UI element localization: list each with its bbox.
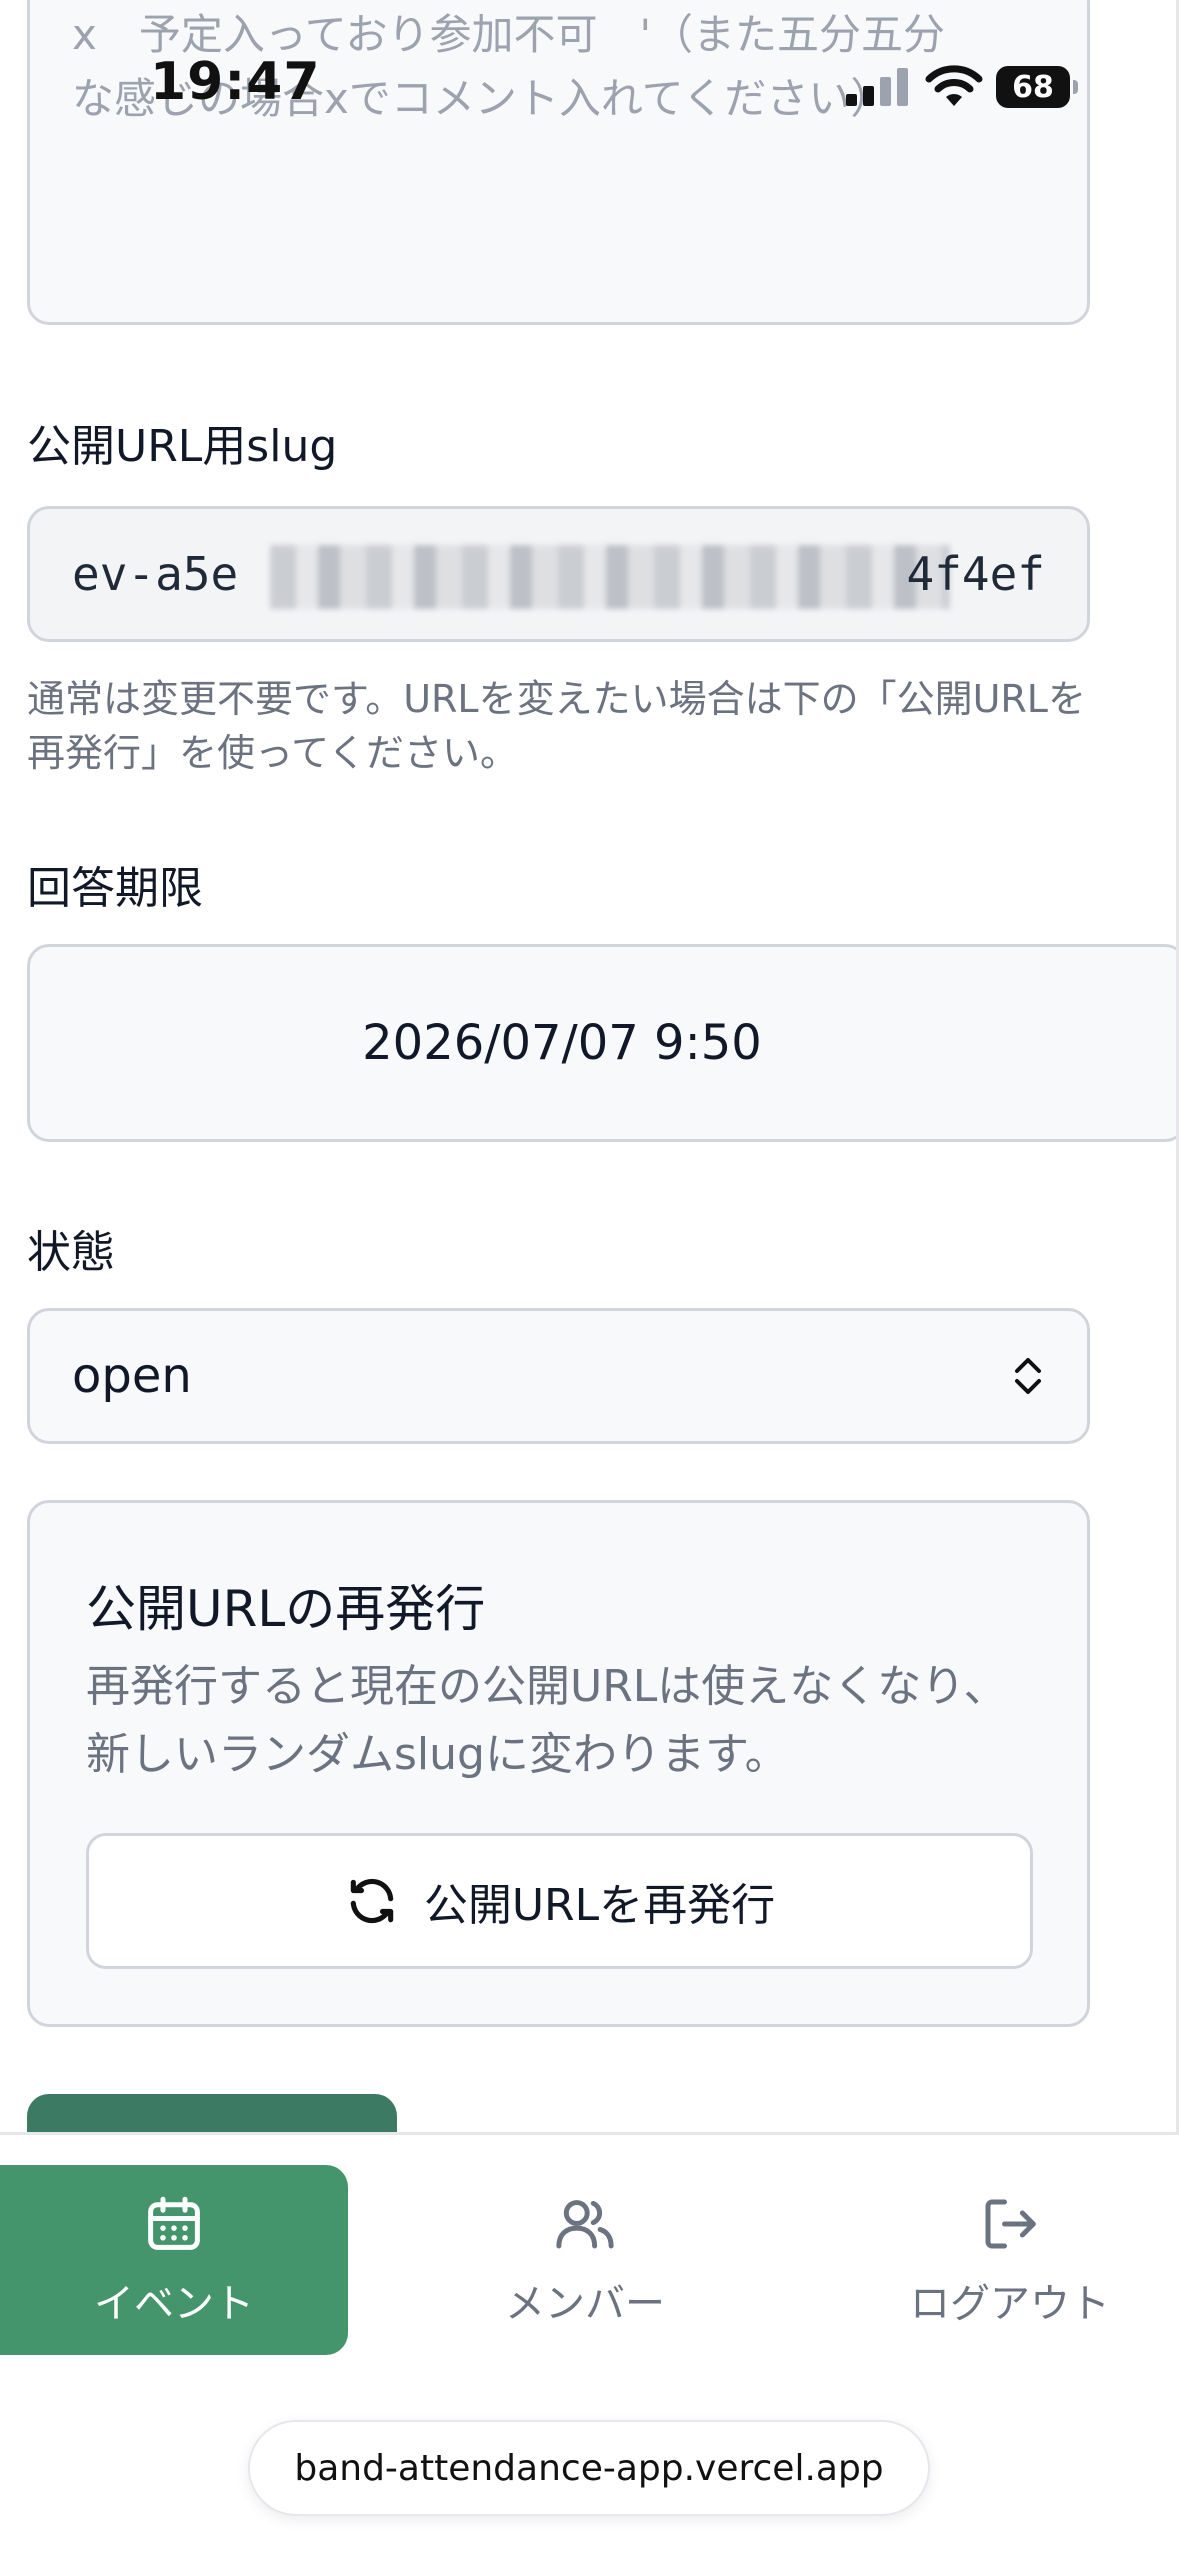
reissue-url-button[interactable]: 公開URLを再発行 (86, 1833, 1033, 1969)
nav-item-members[interactable]: メンバー (440, 2165, 730, 2355)
reissue-url-card: 公開URLの再発行 再発行すると現在の公開URLは使えなくなり、新しいランダムs… (27, 1500, 1090, 2027)
nav-label-logout: ログアウト (910, 2281, 1110, 2327)
refresh-icon (350, 1878, 394, 1924)
slug-value-start: ev-a5e (72, 547, 239, 601)
nav-item-logout[interactable]: ログアウト (870, 2165, 1150, 2355)
comment-textarea[interactable]: x 予定入っており参加不可 '（また五分五分 な感じの場合xでコメント入れてくだ… (27, 0, 1090, 325)
browser-url-bar[interactable]: band-attendance-app.vercel.app (248, 2420, 930, 2516)
status-label: 状態 (27, 1227, 115, 1278)
status-select[interactable]: open (27, 1308, 1090, 1444)
browser-url-text: band-attendance-app.vercel.app (294, 2447, 884, 2489)
deadline-datetime-input[interactable]: 2026/07/07 9:50 (27, 944, 1179, 1142)
nav-label-events: イベント (94, 2281, 254, 2327)
slug-input[interactable]: ev-a5e 4f4ef (27, 506, 1090, 642)
reissue-button-label: 公開URLを再発行 (423, 1880, 776, 1931)
slug-helper-text: 通常は変更不要です。URLを変えたい場合は下の「公開URLを再発行」を使ってくだ… (27, 677, 1086, 775)
event-edit-page: x 予定入っており参加不可 '（また五分五分 な感じの場合xでコメント入れてくだ… (0, 0, 1179, 2556)
browser-bottom-bar: band-attendance-app.vercel.app (0, 2384, 1179, 2556)
deadline-label: 回答期限 (27, 863, 203, 914)
logout-icon (985, 2199, 1036, 2249)
slug-label: 公開URL用slug (27, 421, 338, 472)
users-icon (556, 2200, 614, 2249)
comment-placeholder: x 予定入っており参加不可 '（また五分五分 な感じの場合xでコメント入れてくだ… (72, 10, 946, 123)
status-value: open (72, 1348, 192, 1404)
deadline-value: 2026/07/07 9:50 (362, 1015, 762, 1071)
chevron-up-down-icon (1015, 1358, 1041, 1394)
reissue-title: 公開URLの再発行 (86, 1580, 486, 1638)
nav-label-members: メンバー (505, 2281, 665, 2327)
slug-redaction (270, 545, 950, 609)
calendar-icon (148, 2196, 200, 2250)
slug-value-end: 4f4ef (906, 547, 1045, 601)
reissue-description: 再発行すると現在の公開URLは使えなくなり、新しいランダムslugに変わります。 (86, 1661, 1008, 1780)
nav-item-events[interactable]: イベント (0, 2165, 348, 2355)
bottom-navigation: イベント メンバー ログアウト (0, 2132, 1179, 2385)
